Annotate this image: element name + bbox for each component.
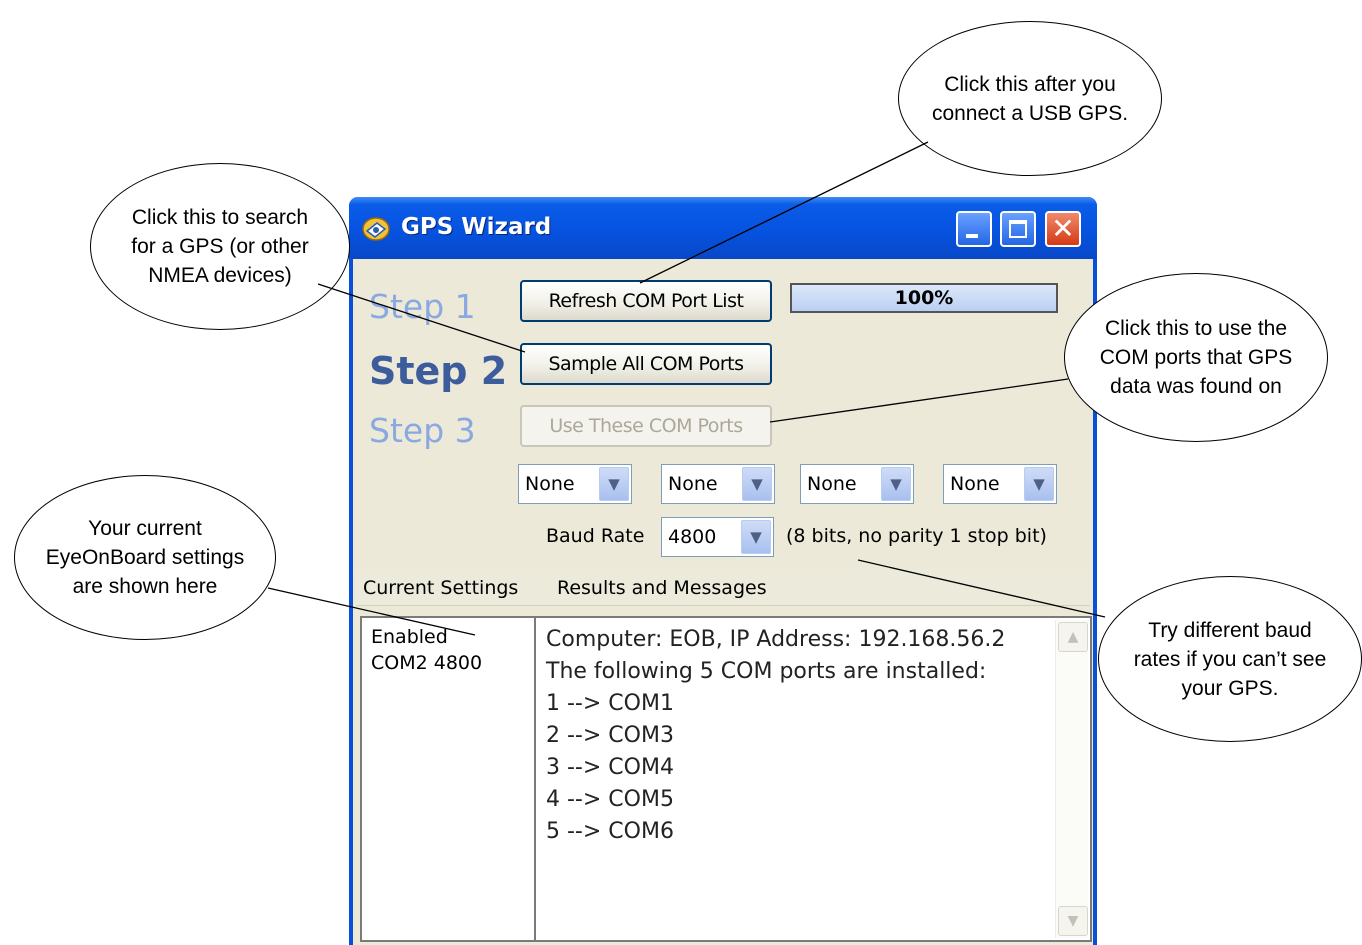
- message-line: The following 5 COM ports are installed:: [546, 659, 987, 684]
- results-messages-panel[interactable]: Computer: EOB, IP Address: 192.168.56.2 …: [534, 616, 1092, 942]
- messages-list: Computer: EOB, IP Address: 192.168.56.2 …: [546, 624, 1046, 848]
- satellite-icon: [362, 217, 390, 241]
- message-line: 5 --> COM6: [546, 819, 674, 844]
- port-select-3[interactable]: None ▼: [800, 464, 914, 504]
- scroll-up-icon[interactable]: ▲: [1058, 622, 1088, 652]
- port-select-1[interactable]: None ▼: [518, 464, 632, 504]
- chevron-down-icon[interactable]: ▼: [742, 467, 772, 501]
- port-select-4-value: None: [950, 473, 1000, 495]
- progress-bar: 100%: [790, 283, 1058, 313]
- minimize-icon: [966, 234, 978, 238]
- message-line: Computer: EOB, IP Address: 192.168.56.2: [546, 627, 1006, 652]
- callout-usb: Click this after you connect a USB GPS.: [898, 21, 1162, 176]
- chevron-down-icon[interactable]: ▼: [599, 467, 629, 501]
- results-messages-header: Results and Messages: [557, 577, 767, 599]
- step-2-label: Step 2: [369, 349, 508, 393]
- maximize-icon: [1009, 220, 1027, 238]
- current-settings-panel: Enabled COM2 4800: [360, 616, 534, 942]
- panel-header-bar: Current Settings Results and Messages: [357, 569, 1090, 606]
- chevron-down-icon[interactable]: ▼: [881, 467, 911, 501]
- callout-usb-text: Click this after you connect a USB GPS.: [931, 72, 1129, 125]
- chevron-down-icon[interactable]: ▼: [1024, 467, 1054, 501]
- port-select-4[interactable]: None ▼: [943, 464, 1057, 504]
- use-these-com-ports-button[interactable]: Use These COM Ports: [520, 405, 772, 447]
- baud-rate-label: Baud Rate: [546, 525, 645, 547]
- callout-baud-text: Try different baud rates if you can’t se…: [1133, 618, 1327, 700]
- refresh-com-port-list-button[interactable]: Refresh COM Port List: [520, 280, 772, 322]
- progress-label: 100%: [894, 287, 954, 309]
- port-select-3-value: None: [807, 473, 857, 495]
- message-line: 1 --> COM1: [546, 691, 674, 716]
- callout-settings: Your current EyeOnBoard settings are sho…: [14, 475, 276, 640]
- message-line: 2 --> COM3: [546, 723, 674, 748]
- callout-baud: Try different baud rates if you can’t se…: [1098, 576, 1362, 742]
- maximize-button[interactable]: [1000, 211, 1036, 247]
- step-1-label: Step 1: [369, 287, 476, 326]
- close-button[interactable]: ✕: [1045, 211, 1081, 247]
- callout-search: Click this to search for a GPS (or other…: [90, 163, 350, 330]
- callout-search-text: Click this to search for a GPS (or other…: [131, 206, 309, 287]
- title-bar[interactable]: GPS Wizard ✕: [349, 197, 1097, 259]
- callout-use-ports-text: Click this to use the COM ports that GPS…: [1099, 317, 1293, 398]
- port-select-2[interactable]: None ▼: [661, 464, 775, 504]
- current-settings-port: COM2 4800: [371, 652, 483, 674]
- window-client-area: Step 1 Step 2 Step 3 Refresh COM Port Li…: [353, 259, 1093, 945]
- chevron-down-icon[interactable]: ▼: [741, 520, 771, 554]
- message-line: 4 --> COM5: [546, 787, 674, 812]
- current-settings-header: Current Settings: [363, 577, 519, 599]
- window-title: GPS Wizard: [401, 214, 552, 240]
- step-3-label: Step 3: [369, 411, 476, 450]
- minimize-button[interactable]: [956, 211, 992, 247]
- callout-settings-text: Your current EyeOnBoard settings are sho…: [45, 517, 245, 598]
- message-line: 3 --> COM4: [546, 755, 674, 780]
- current-settings-status: Enabled: [371, 626, 448, 648]
- port-select-1-value: None: [525, 473, 575, 495]
- gps-wizard-window: GPS Wizard ✕ Step 1 Step 2 Step 3 Refres…: [349, 197, 1097, 945]
- baud-rate-hint: (8 bits, no parity 1 stop bit): [786, 525, 1047, 547]
- baud-rate-value: 4800: [668, 526, 717, 548]
- scroll-down-icon[interactable]: ▼: [1058, 906, 1088, 936]
- vertical-scrollbar[interactable]: ▲ ▼: [1055, 620, 1088, 938]
- baud-rate-select[interactable]: 4800 ▼: [661, 517, 774, 557]
- callout-use-ports: Click this to use the COM ports that GPS…: [1064, 273, 1328, 442]
- close-icon: ✕: [1051, 212, 1075, 245]
- port-select-2-value: None: [668, 473, 718, 495]
- sample-all-com-ports-button[interactable]: Sample All COM Ports: [520, 343, 772, 385]
